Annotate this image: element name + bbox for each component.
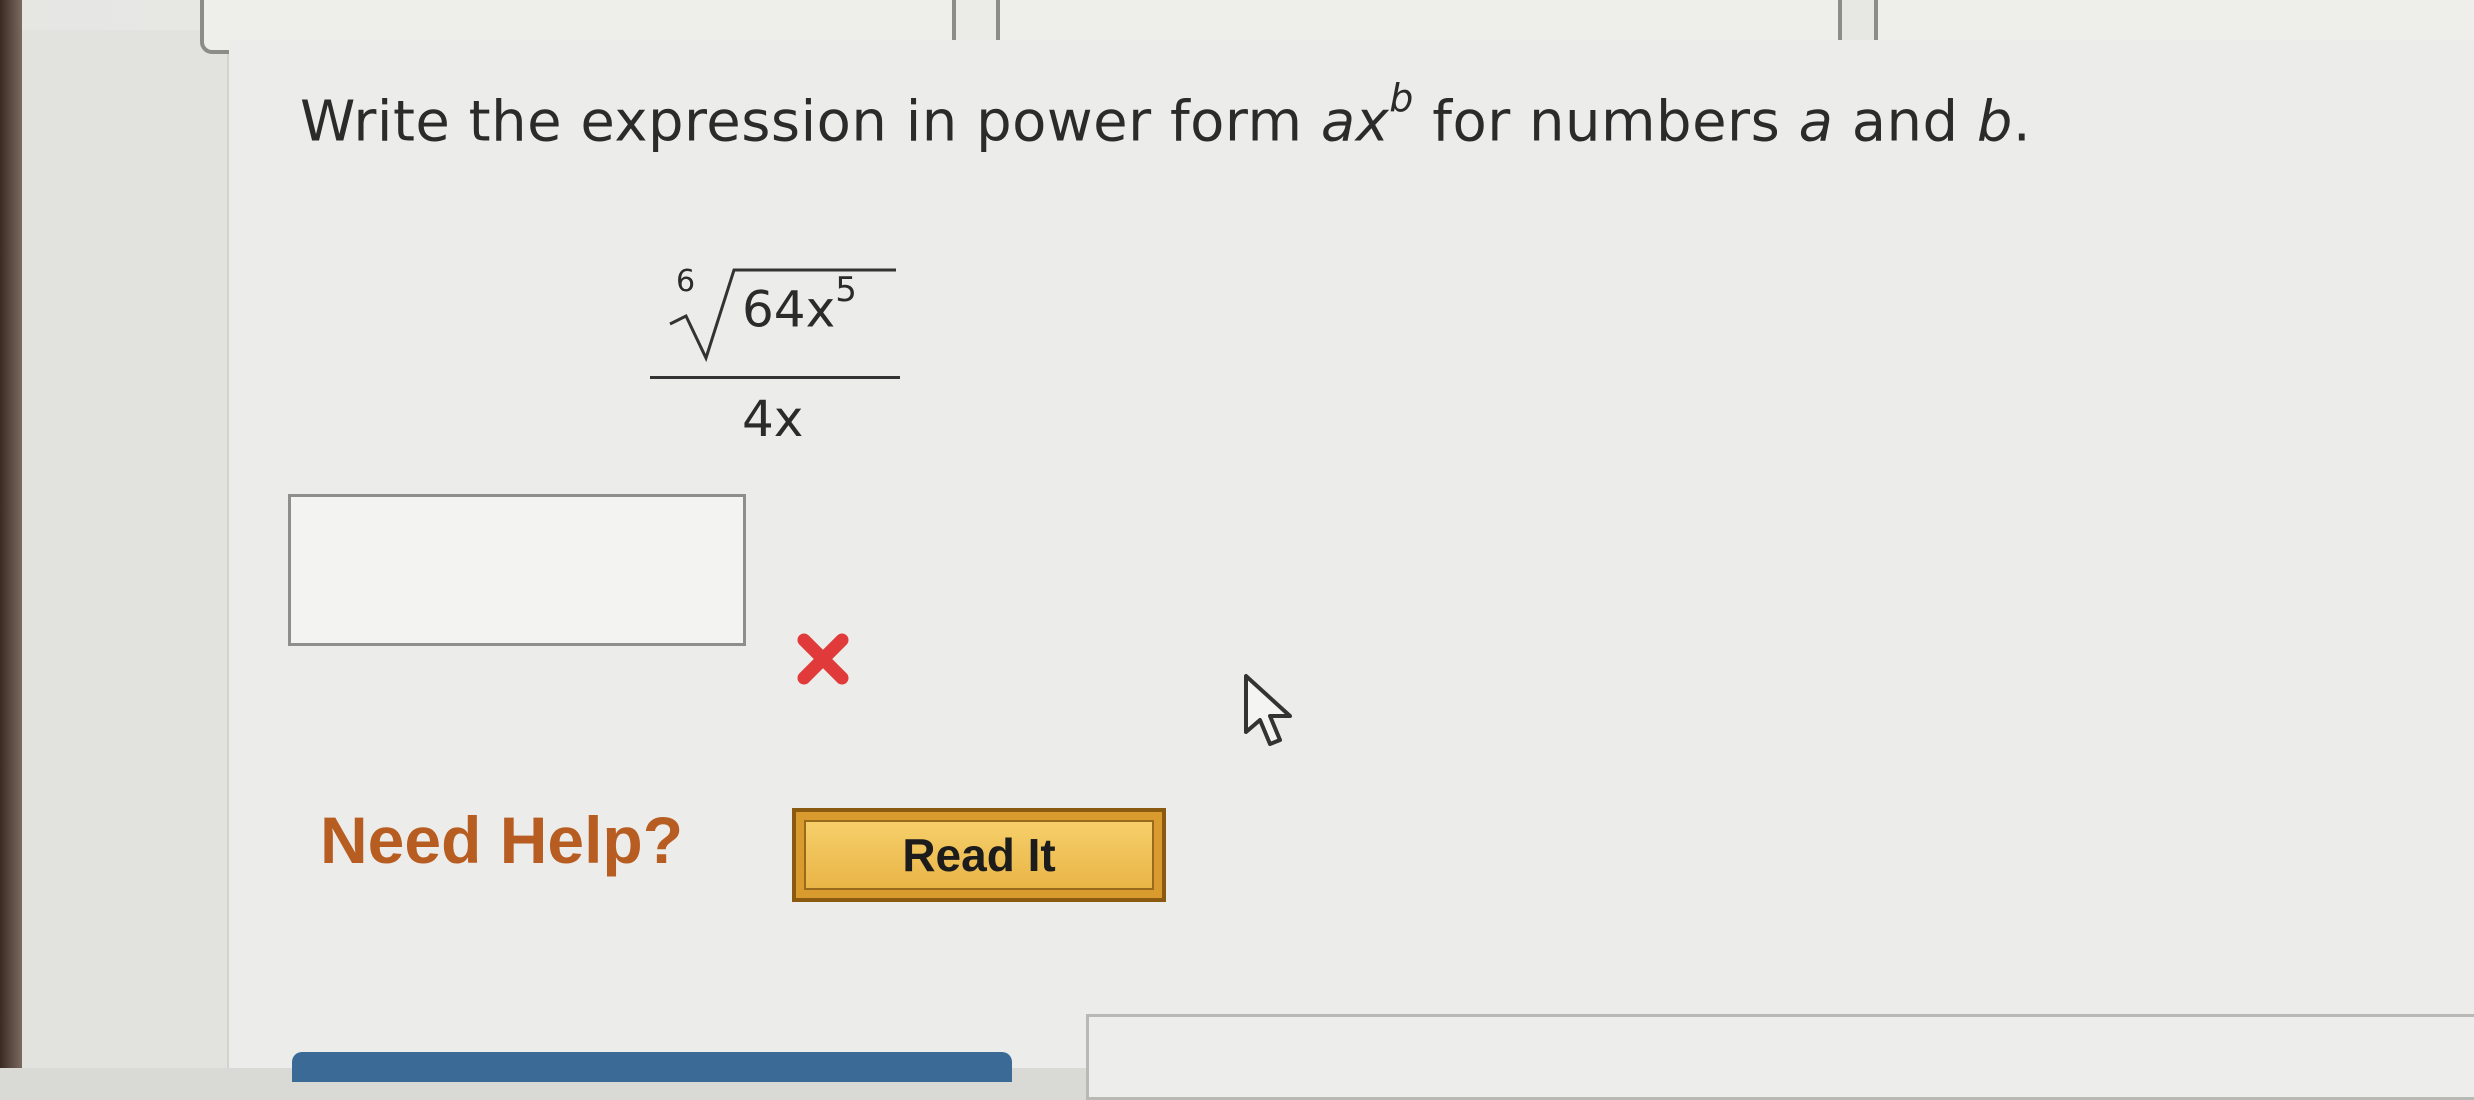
- fraction-bar: [650, 376, 900, 379]
- left-margin: [22, 30, 229, 1068]
- expression-fraction: 6 64x5 4x: [650, 250, 900, 450]
- radicand-exponent: 5: [835, 270, 857, 310]
- var-x: x: [1355, 89, 1390, 155]
- radicand-base: 64x: [742, 280, 836, 339]
- root-index: 6: [676, 264, 696, 299]
- denominator: 4x: [742, 390, 804, 448]
- var-b-exponent: b: [1389, 76, 1414, 120]
- incorrect-x-icon: [797, 633, 849, 685]
- bottom-button-edge[interactable]: [292, 1052, 1012, 1082]
- bottom-panel-edge: [1086, 1014, 2474, 1100]
- monitor-bezel: [0, 0, 22, 1068]
- radicand: 64x5: [742, 270, 857, 339]
- screen: Write the expression in power form axb f…: [0, 0, 2474, 1100]
- question-text-part: Write the expression in power form: [300, 89, 1321, 155]
- var-b: b: [1976, 89, 2013, 155]
- var-a: a: [1320, 89, 1356, 155]
- read-it-button-label: Read It: [804, 820, 1154, 890]
- var-a: a: [1798, 89, 1834, 155]
- question-text-part: for numbers: [1413, 89, 1799, 155]
- answer-input[interactable]: [288, 494, 746, 646]
- question-text-part: and: [1833, 89, 1977, 155]
- need-help-label: Need Help?: [320, 803, 684, 877]
- mouse-pointer-icon: [1244, 674, 1292, 746]
- read-it-button[interactable]: Read It: [792, 808, 1166, 902]
- question-text-part: .: [2012, 89, 2032, 155]
- question-text: Write the expression in power form axb f…: [300, 76, 2032, 155]
